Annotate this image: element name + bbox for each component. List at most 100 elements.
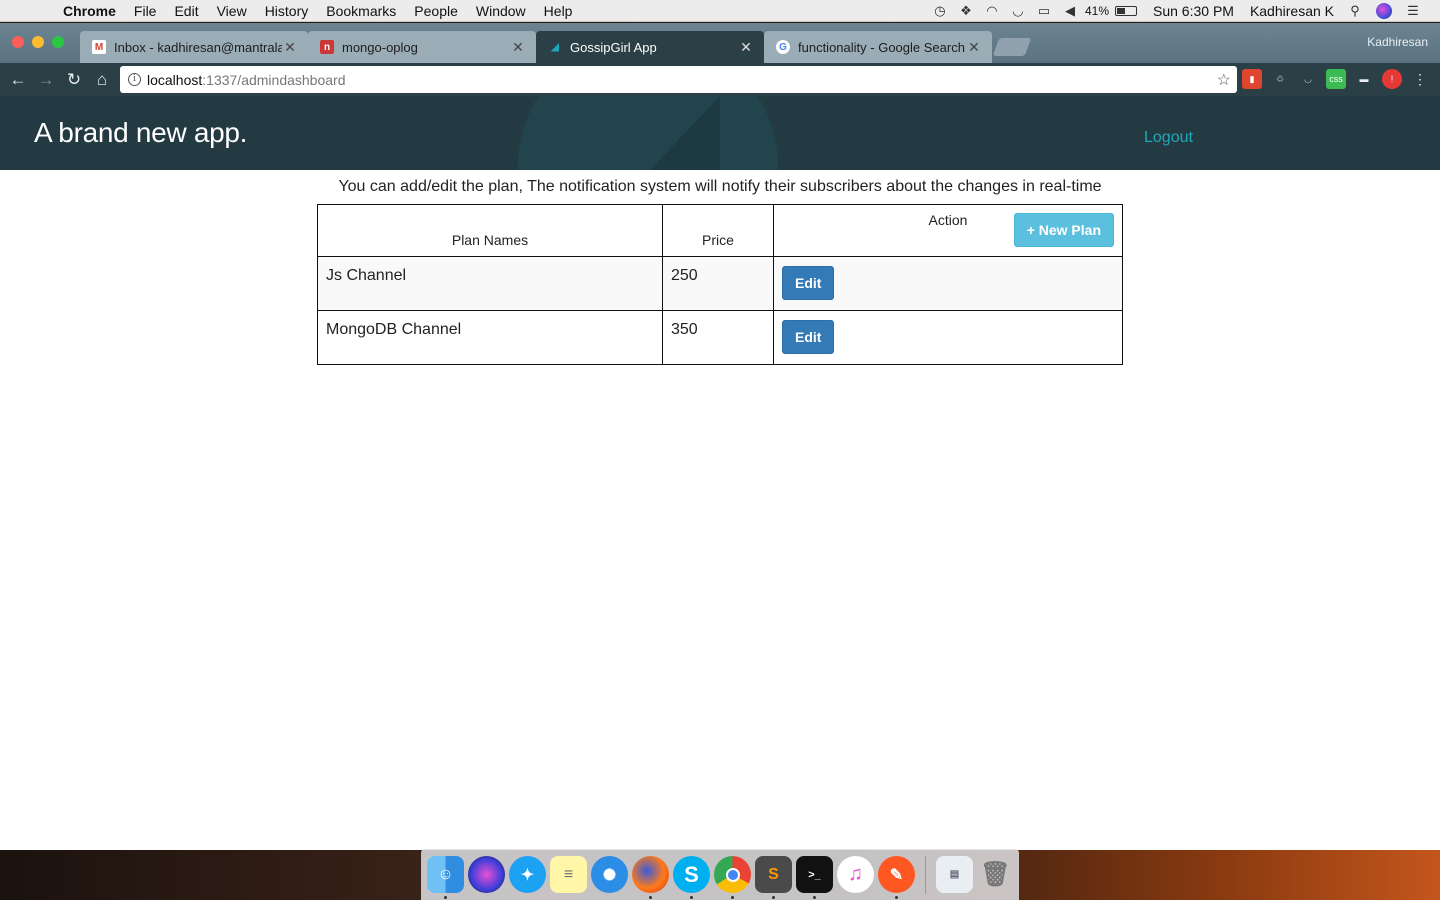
menu-bookmarks[interactable]: Bookmarks bbox=[317, 0, 405, 22]
tab-google-search[interactable]: G functionality - Google Search ✕ bbox=[764, 31, 992, 63]
trash-icon[interactable]: 🗑 bbox=[977, 856, 1014, 893]
safari-icon[interactable]: ✧ bbox=[591, 856, 628, 893]
edit-button[interactable]: Edit bbox=[782, 266, 835, 300]
gmail-icon: M bbox=[92, 40, 106, 54]
volume-icon[interactable]: ◀ bbox=[1057, 3, 1083, 19]
address-bar[interactable]: i localhost :1337/admindashboard ☆ bbox=[120, 66, 1237, 93]
terminal-icon[interactable]: >_ bbox=[796, 856, 833, 899]
user-menu[interactable]: Kadhiresan K bbox=[1242, 3, 1342, 19]
close-window-icon[interactable] bbox=[12, 36, 24, 48]
header-plan-names: Plan Names bbox=[317, 204, 663, 257]
chrome-icon[interactable] bbox=[714, 856, 751, 899]
siri-icon[interactable] bbox=[1376, 2, 1392, 19]
notes-icon[interactable]: ≡ bbox=[550, 856, 587, 893]
dock-separator bbox=[925, 855, 926, 894]
new-plan-button[interactable]: + New Plan bbox=[1013, 213, 1114, 247]
menu-window[interactable]: Window bbox=[467, 0, 535, 22]
certificate-document-icon[interactable]: ▤ bbox=[936, 856, 973, 893]
plan-name-cell: Js Channel bbox=[317, 256, 663, 311]
npm-icon: n bbox=[320, 40, 334, 54]
browser-toolbar: ← → ↻ ⌂ i localhost :1337/admindashboard… bbox=[0, 63, 1440, 96]
logout-link[interactable]: Logout bbox=[1144, 129, 1193, 147]
tab-title: GossipGirl App bbox=[570, 39, 657, 55]
clock[interactable]: Sun 6:30 PM bbox=[1145, 3, 1242, 19]
header-decoration bbox=[518, 96, 778, 170]
tab-title: functionality - Google Search bbox=[798, 39, 965, 55]
home-icon[interactable]: ⌂ bbox=[88, 70, 116, 90]
plan-action-cell: Edit bbox=[773, 310, 1123, 365]
menu-app-name[interactable]: Chrome bbox=[54, 0, 125, 22]
maximize-window-icon[interactable] bbox=[52, 36, 64, 48]
close-tab-icon[interactable]: ✕ bbox=[966, 39, 982, 56]
header-action-label: Action bbox=[928, 212, 968, 228]
header-decoration bbox=[650, 96, 720, 170]
headphones-icon[interactable]: ◠ bbox=[979, 3, 1005, 19]
close-tab-icon[interactable]: ✕ bbox=[738, 39, 754, 56]
forward-arrow-icon[interactable]: → bbox=[32, 70, 60, 90]
css-extension-icon[interactable]: css bbox=[1326, 69, 1346, 89]
sublime-text-icon[interactable]: S bbox=[755, 856, 792, 899]
battery-percent: 41% bbox=[1084, 3, 1109, 18]
tab-inbox[interactable]: M Inbox - kadhiresan@mantralab ✕ bbox=[80, 31, 308, 63]
tab-title: mongo-oplog bbox=[342, 39, 418, 55]
recycle-extension-icon[interactable]: ♻ bbox=[1270, 69, 1290, 89]
wifi-icon[interactable]: ◡ bbox=[1005, 3, 1031, 19]
profile-name[interactable]: Kadhiresan bbox=[1367, 35, 1428, 49]
table-row: Js Channel 250 Edit bbox=[317, 256, 1123, 311]
app-brand[interactable]: A brand new app. bbox=[34, 117, 247, 149]
airplay-icon[interactable]: ▭ bbox=[1031, 3, 1057, 19]
menu-file[interactable]: File bbox=[125, 0, 166, 22]
macos-menu-bar: Chrome File Edit View History Bookmarks … bbox=[0, 0, 1440, 22]
tab-title: Inbox - kadhiresan@mantralab bbox=[114, 39, 282, 55]
bookmark-star-icon[interactable]: ☆ bbox=[1217, 70, 1231, 90]
notification-center-icon[interactable]: ☰ bbox=[1400, 3, 1426, 19]
battery-icon[interactable] bbox=[1115, 5, 1137, 16]
siri-app-icon[interactable] bbox=[468, 856, 505, 893]
dock: ☺ ✦ ≡ ✧ S S >_ ♫ ✎ ▤ 🗑 bbox=[421, 849, 1019, 900]
plan-price-cell: 350 bbox=[662, 310, 774, 365]
time-machine-icon[interactable]: ◷ bbox=[927, 3, 953, 19]
menu-help[interactable]: Help bbox=[535, 0, 582, 22]
twitter-icon[interactable]: ✦ bbox=[509, 856, 546, 893]
plan-action-cell: Edit bbox=[773, 256, 1123, 311]
spotlight-icon[interactable]: ⚲ bbox=[1342, 3, 1368, 19]
plans-table: Plan Names Price Action + New Plan Js Ch… bbox=[317, 204, 1123, 365]
minimize-window-icon[interactable] bbox=[32, 36, 44, 48]
close-tab-icon[interactable]: ✕ bbox=[510, 39, 526, 56]
tab-mongo-oplog[interactable]: n mongo-oplog ✕ bbox=[308, 31, 536, 63]
more-menu-icon[interactable]: ⋮ bbox=[1410, 69, 1430, 89]
header-action: Action + New Plan bbox=[773, 204, 1123, 257]
web-page: A brand new app. Logout You can add/edit… bbox=[0, 96, 1440, 850]
menu-view[interactable]: View bbox=[208, 0, 256, 22]
menu-edit[interactable]: Edit bbox=[165, 0, 207, 22]
url-path: :1337/admindashboard bbox=[202, 71, 346, 88]
new-tab-button[interactable] bbox=[992, 38, 1032, 56]
app-icon: ◢ bbox=[551, 41, 559, 53]
url-host: localhost bbox=[147, 71, 203, 88]
dropbox-icon[interactable]: ❖ bbox=[953, 3, 979, 19]
shield-extension-icon[interactable]: ! bbox=[1382, 69, 1402, 89]
browser-tab-strip: M Inbox - kadhiresan@mantralab ✕ n mongo… bbox=[0, 23, 1440, 63]
back-arrow-icon[interactable]: ← bbox=[4, 70, 32, 90]
window-extension-icon[interactable]: ▬ bbox=[1354, 69, 1374, 89]
itunes-icon[interactable]: ♫ bbox=[837, 856, 874, 893]
close-tab-icon[interactable]: ✕ bbox=[282, 39, 298, 56]
menu-people[interactable]: People bbox=[405, 0, 467, 22]
google-icon: G bbox=[776, 40, 790, 54]
header-price: Price bbox=[662, 204, 774, 257]
table-row: MongoDB Channel 350 Edit bbox=[317, 310, 1123, 365]
app-header: A brand new app. Logout bbox=[0, 96, 1440, 170]
site-info-icon[interactable]: i bbox=[128, 73, 141, 86]
skype-icon[interactable]: S bbox=[673, 856, 710, 899]
firefox-icon[interactable] bbox=[632, 856, 669, 899]
tab-gossipgirl-app[interactable]: ◢ GossipGirl App ✕ bbox=[536, 31, 764, 63]
edit-button[interactable]: Edit bbox=[782, 320, 835, 354]
pocket-extension-icon[interactable]: ◡ bbox=[1298, 69, 1318, 89]
menu-history[interactable]: History bbox=[256, 0, 318, 22]
finder-icon[interactable]: ☺ bbox=[427, 856, 464, 899]
reload-icon[interactable]: ↻ bbox=[60, 70, 88, 90]
bookmark-extension-icon[interactable]: ▮ bbox=[1242, 69, 1262, 89]
plan-price-cell: 250 bbox=[662, 256, 774, 311]
postman-icon[interactable]: ✎ bbox=[878, 856, 915, 899]
intro-text: You can add/edit the plan, The notificat… bbox=[338, 178, 1102, 195]
